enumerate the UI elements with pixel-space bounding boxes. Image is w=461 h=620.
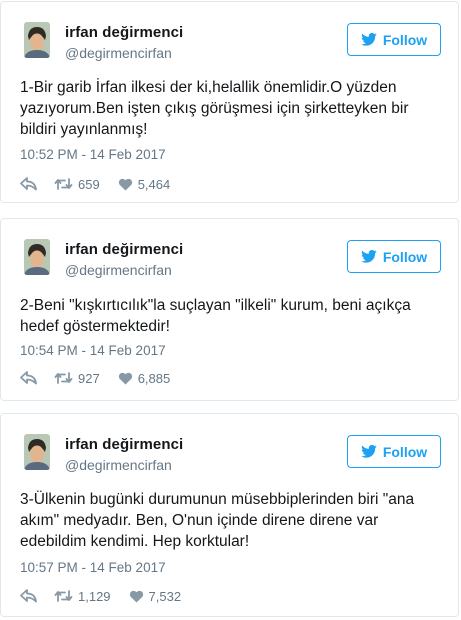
follow-label: Follow bbox=[382, 248, 428, 265]
tweet-timestamp[interactable]: 10:52 PM - 14 Feb 2017 bbox=[20, 147, 166, 162]
tweet-timestamp[interactable]: 10:54 PM - 14 Feb 2017 bbox=[20, 343, 166, 358]
retweet-count: 927 bbox=[78, 370, 100, 386]
reply-button[interactable] bbox=[20, 371, 54, 385]
reply-icon bbox=[20, 371, 37, 385]
retweet-button[interactable]: 1,129 bbox=[54, 589, 111, 604]
twitter-bird-icon bbox=[361, 250, 377, 263]
heart-icon bbox=[129, 590, 143, 602]
display-name[interactable]: irfan değirmenci bbox=[65, 24, 183, 41]
display-name[interactable]: irfan değirmenci bbox=[65, 436, 183, 453]
heart-icon bbox=[118, 178, 132, 190]
reply-icon bbox=[20, 589, 37, 603]
tweet-card: irfan değirmenci @degirmencirfan Follow … bbox=[0, 1, 459, 203]
retweet-count: 1,129 bbox=[78, 588, 111, 604]
retweet-icon bbox=[54, 590, 73, 602]
like-button[interactable]: 7,532 bbox=[129, 588, 182, 604]
avatar[interactable] bbox=[24, 434, 50, 470]
retweet-button[interactable]: 659 bbox=[54, 177, 100, 192]
user-handle[interactable]: @degirmencirfan bbox=[65, 45, 172, 61]
like-count: 6,885 bbox=[137, 370, 171, 386]
tweet-text: 2-Beni "kışkırtıcılık"la suçlayan "ilkel… bbox=[20, 297, 411, 335]
tweet-timestamp[interactable]: 10:57 PM - 14 Feb 2017 bbox=[20, 560, 166, 575]
tweet-text: 1-Bir garib İrfan ilkesi der ki,helallik… bbox=[20, 79, 409, 138]
follow-button[interactable]: Follow bbox=[347, 23, 441, 56]
follow-button[interactable]: Follow bbox=[347, 240, 441, 273]
reply-icon bbox=[20, 177, 37, 191]
retweet-count: 659 bbox=[78, 176, 100, 192]
avatar[interactable] bbox=[24, 22, 50, 58]
reply-button[interactable] bbox=[20, 177, 54, 191]
follow-label: Follow bbox=[382, 443, 428, 460]
tweet-card: irfan değirmenci @degirmencirfan Follow … bbox=[0, 413, 459, 617]
twitter-bird-icon bbox=[361, 445, 377, 458]
like-button[interactable]: 6,885 bbox=[118, 370, 171, 386]
tweet-card: irfan değirmenci @degirmencirfan Follow … bbox=[0, 218, 459, 401]
reply-button[interactable] bbox=[20, 589, 54, 603]
tweet-actions: 1,129 7,532 bbox=[20, 587, 181, 605]
like-button[interactable]: 5,464 bbox=[118, 176, 171, 192]
retweet-icon bbox=[54, 178, 73, 190]
like-count: 5,464 bbox=[137, 176, 171, 192]
retweet-icon bbox=[54, 372, 73, 384]
follow-label: Follow bbox=[382, 31, 428, 48]
retweet-button[interactable]: 927 bbox=[54, 371, 100, 386]
twitter-bird-icon bbox=[361, 33, 377, 46]
display-name[interactable]: irfan değirmenci bbox=[65, 241, 183, 258]
heart-icon bbox=[118, 372, 132, 384]
follow-button[interactable]: Follow bbox=[347, 435, 441, 468]
tweet-actions: 927 6,885 bbox=[20, 369, 170, 387]
tweet-text: 3-Ülkenin bugünki durumunun müsebbipleri… bbox=[20, 491, 415, 550]
user-handle[interactable]: @degirmencirfan bbox=[65, 262, 172, 278]
user-handle[interactable]: @degirmencirfan bbox=[65, 457, 172, 473]
like-count: 7,532 bbox=[148, 588, 182, 604]
tweet-actions: 659 5,464 bbox=[20, 175, 170, 193]
avatar[interactable] bbox=[24, 239, 50, 275]
